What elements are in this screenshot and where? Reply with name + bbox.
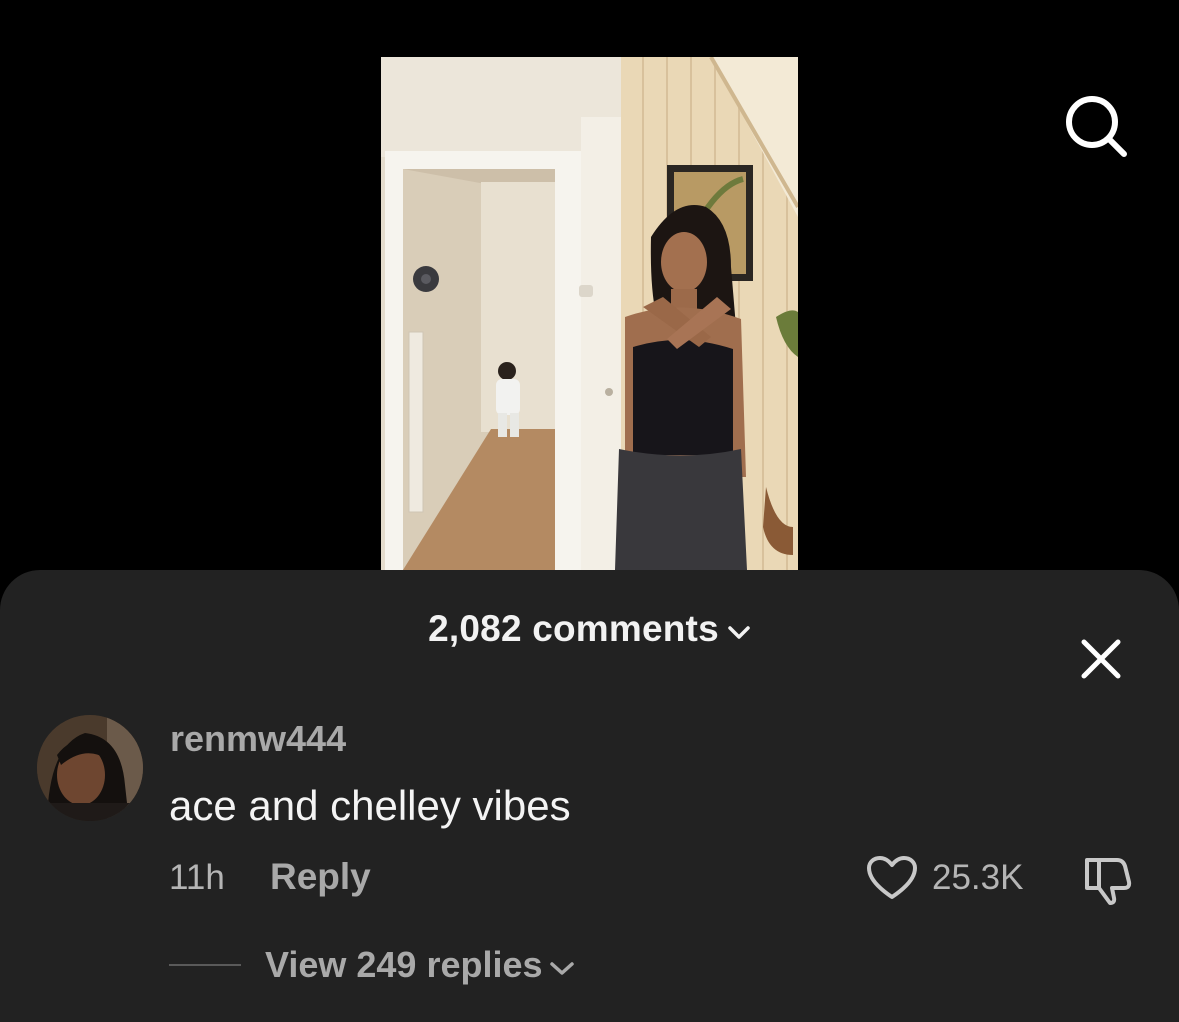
close-comments-button[interactable] [1072, 630, 1130, 688]
reply-button[interactable]: Reply [270, 856, 371, 898]
chevron-down-icon [727, 608, 751, 650]
view-replies-label: View 249 replies [265, 944, 543, 985]
comment-count-dropdown[interactable]: 2,082 comments [0, 608, 1179, 650]
replies-divider [169, 964, 241, 966]
chevron-down-icon [549, 944, 575, 986]
comment-count-label: 2,082 comments [428, 608, 719, 649]
comments-sheet: 2,082 comments renmw444 ace and chelley … [0, 570, 1179, 1022]
heart-icon [867, 856, 917, 899]
app-screen: 2,082 comments renmw444 ace and chelley … [0, 0, 1179, 1022]
view-replies-button[interactable]: View 249 replies [265, 944, 575, 986]
search-icon [1066, 96, 1127, 157]
close-icon [1081, 639, 1121, 679]
comment-username[interactable]: renmw444 [170, 718, 346, 760]
video-frame [381, 57, 798, 570]
comments-header: 2,082 comments [0, 600, 1179, 679]
comment-timestamp: 11h [169, 858, 225, 897]
avatar[interactable] [37, 715, 143, 821]
thumbs-down-icon [1085, 858, 1132, 905]
video-player[interactable] [381, 57, 798, 570]
like-button[interactable]: 25.3K [866, 852, 1023, 904]
search-button[interactable] [1060, 90, 1132, 162]
comment-text: ace and chelley vibes [169, 782, 571, 829]
dislike-button[interactable] [1078, 852, 1136, 908]
like-count: 25.3K [932, 858, 1024, 897]
